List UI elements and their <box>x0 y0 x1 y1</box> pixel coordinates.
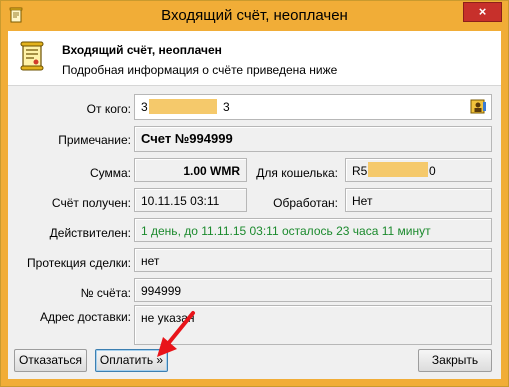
amount-field[interactable]: 1.00 WMR <box>134 158 247 182</box>
processed-label: Обработан: <box>273 196 338 210</box>
from-value-start: 3 <box>141 100 148 114</box>
processed-field[interactable]: Нет <box>345 188 492 212</box>
header-title: Входящий счёт, неоплачен <box>62 43 222 57</box>
red-arrow-icon <box>157 311 195 357</box>
purse-label: Для кошелька: <box>256 166 338 180</box>
purse-value-start: R5 <box>352 164 368 178</box>
invoice-number-field[interactable]: 994999 <box>134 278 492 302</box>
amount-value: 1.00 WMR <box>183 164 240 178</box>
address-book-icon[interactable] <box>470 98 487 115</box>
protection-value: нет <box>141 254 160 268</box>
header-subtitle: Подробная информация о счёте приведена н… <box>62 63 338 77</box>
from-value-end: 3 <box>223 100 230 114</box>
refuse-button[interactable]: Отказаться <box>14 349 87 372</box>
invoice-number-label: № счёта: <box>80 286 131 300</box>
protection-field[interactable]: нет <box>134 248 492 272</box>
note-label: Примечание: <box>58 133 131 147</box>
note-value: Счет №994999 <box>141 131 233 146</box>
window-title: Входящий счёт, неоплачен <box>161 7 348 24</box>
purse-value-end: 0 <box>429 164 436 178</box>
valid-value: 1 день, до 11.11.15 03:11 осталось 23 ча… <box>141 224 431 238</box>
close-button[interactable]: Закрыть <box>418 349 492 372</box>
valid-field[interactable]: 1 день, до 11.11.15 03:11 осталось 23 ча… <box>134 218 492 242</box>
redacted-block <box>149 99 217 114</box>
valid-label: Действителен: <box>49 226 131 240</box>
title-bar[interactable]: Входящий счёт, неоплачен × <box>1 1 508 31</box>
amount-label: Сумма: <box>89 166 131 180</box>
received-value: 10.11.15 03:11 <box>141 194 220 208</box>
dialog-body: Входящий счёт, неоплачен Подробная инфор… <box>8 31 501 379</box>
invoice-window: Входящий счёт, неоплачен × Входящий счёт… <box>0 0 509 387</box>
window-close-button[interactable]: × <box>463 2 502 22</box>
invoice-number-value: 994999 <box>141 284 182 298</box>
processed-value: Нет <box>352 194 373 208</box>
address-label: Адрес доставки: <box>39 310 131 324</box>
from-field[interactable]: 3 3 <box>134 94 492 120</box>
invoice-scroll-icon <box>20 41 44 71</box>
redacted-block <box>368 162 428 177</box>
purse-field[interactable]: R5 0 <box>345 158 492 182</box>
dialog-header: Входящий счёт, неоплачен Подробная инфор… <box>8 31 501 86</box>
from-label: От кого: <box>86 102 131 116</box>
protection-label: Протекция сделки: <box>27 256 131 270</box>
note-field[interactable]: Счет №994999 <box>134 126 492 152</box>
received-label: Счёт получен: <box>51 196 131 210</box>
received-field[interactable]: 10.11.15 03:11 <box>134 188 247 212</box>
